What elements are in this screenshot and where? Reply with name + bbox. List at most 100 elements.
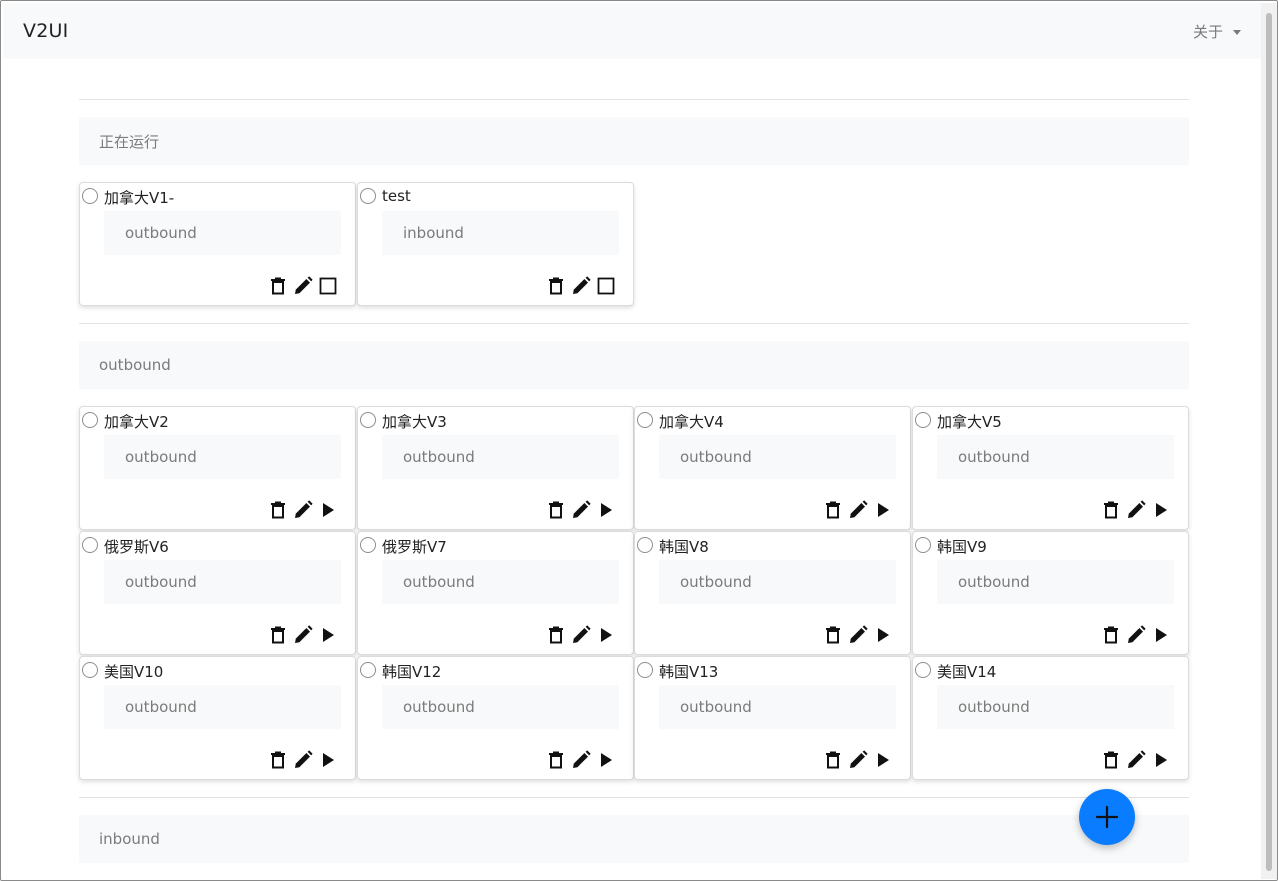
select-radio[interactable]: [637, 412, 653, 428]
edit-icon: [1126, 750, 1146, 770]
stop-button[interactable]: [596, 276, 616, 296]
play-button[interactable]: [873, 750, 893, 770]
scrollbar[interactable]: [1261, 3, 1277, 879]
play-button[interactable]: [1151, 500, 1171, 520]
server-card[interactable]: 俄罗斯V7 outbound: [357, 531, 634, 655]
server-type-tag: outbound: [937, 685, 1174, 729]
server-card[interactable]: 加拿大V2 outbound: [79, 406, 356, 530]
select-radio[interactable]: [360, 537, 376, 553]
delete-button[interactable]: [268, 750, 288, 770]
play-button[interactable]: [1151, 750, 1171, 770]
edit-button[interactable]: [571, 625, 591, 645]
about-dropdown[interactable]: 关于: [1193, 21, 1241, 42]
delete-button[interactable]: [1101, 625, 1121, 645]
server-card[interactable]: 韩国V12 outbound: [357, 656, 634, 780]
server-name: test: [382, 187, 411, 205]
play-icon: [876, 627, 890, 643]
play-button[interactable]: [596, 750, 616, 770]
server-type-tag: outbound: [382, 560, 619, 604]
card-actions: [268, 625, 338, 645]
server-type-label: outbound: [125, 698, 197, 716]
select-radio[interactable]: [637, 537, 653, 553]
select-radio[interactable]: [360, 188, 376, 204]
select-radio[interactable]: [915, 537, 931, 553]
delete-button[interactable]: [268, 500, 288, 520]
play-button[interactable]: [318, 750, 338, 770]
server-card[interactable]: 加拿大V4 outbound: [634, 406, 911, 530]
edit-button[interactable]: [293, 750, 313, 770]
edit-button[interactable]: [571, 750, 591, 770]
delete-button[interactable]: [823, 750, 843, 770]
play-button[interactable]: [873, 625, 893, 645]
delete-button[interactable]: [546, 625, 566, 645]
card-actions: [1101, 750, 1171, 770]
select-radio[interactable]: [915, 412, 931, 428]
scrollbar-thumb[interactable]: [1266, 13, 1272, 871]
edit-button[interactable]: [293, 625, 313, 645]
select-radio[interactable]: [360, 412, 376, 428]
edit-icon: [293, 625, 313, 645]
edit-button[interactable]: [293, 276, 313, 296]
server-card[interactable]: 美国V10 outbound: [79, 656, 356, 780]
delete-button[interactable]: [823, 625, 843, 645]
play-icon: [1154, 752, 1168, 768]
play-button[interactable]: [596, 500, 616, 520]
server-card[interactable]: 韩国V9 outbound: [912, 531, 1189, 655]
server-card[interactable]: 加拿大V1- outbound: [79, 182, 356, 306]
server-type-tag: outbound: [104, 685, 341, 729]
select-radio[interactable]: [82, 412, 98, 428]
select-radio[interactable]: [637, 662, 653, 678]
card-actions: [546, 276, 616, 296]
delete-button[interactable]: [1101, 500, 1121, 520]
delete-button[interactable]: [268, 625, 288, 645]
select-radio[interactable]: [82, 662, 98, 678]
edit-button[interactable]: [1126, 750, 1146, 770]
server-card[interactable]: 加拿大V5 outbound: [912, 406, 1189, 530]
edit-button[interactable]: [293, 500, 313, 520]
edit-button[interactable]: [848, 750, 868, 770]
delete-button[interactable]: [1101, 750, 1121, 770]
delete-button[interactable]: [546, 276, 566, 296]
select-radio[interactable]: [82, 188, 98, 204]
delete-icon: [825, 751, 841, 769]
edit-button[interactable]: [1126, 500, 1146, 520]
section-title: outbound: [99, 356, 171, 374]
edit-icon: [293, 750, 313, 770]
add-server-button[interactable]: [1079, 789, 1135, 845]
card-actions: [546, 625, 616, 645]
server-card[interactable]: 加拿大V3 outbound: [357, 406, 634, 530]
select-radio[interactable]: [915, 662, 931, 678]
server-card[interactable]: 韩国V13 outbound: [634, 656, 911, 780]
play-button[interactable]: [873, 500, 893, 520]
delete-icon: [1103, 751, 1119, 769]
delete-button[interactable]: [823, 500, 843, 520]
delete-button[interactable]: [268, 276, 288, 296]
play-button[interactable]: [596, 625, 616, 645]
brand-logo[interactable]: V2UI: [23, 20, 68, 42]
server-type-label: outbound: [403, 448, 475, 466]
server-card[interactable]: 韩国V8 outbound: [634, 531, 911, 655]
server-type-label: outbound: [958, 448, 1030, 466]
select-radio[interactable]: [360, 662, 376, 678]
play-button[interactable]: [318, 625, 338, 645]
section-header-running: 正在运行: [79, 117, 1189, 165]
delete-button[interactable]: [546, 500, 566, 520]
server-type-label: outbound: [403, 698, 475, 716]
edit-button[interactable]: [571, 500, 591, 520]
select-radio[interactable]: [82, 537, 98, 553]
play-button[interactable]: [1151, 625, 1171, 645]
server-type-tag: outbound: [659, 685, 896, 729]
edit-button[interactable]: [848, 625, 868, 645]
server-card[interactable]: test inbound: [357, 182, 634, 306]
server-type-tag: outbound: [937, 435, 1174, 479]
delete-button[interactable]: [546, 750, 566, 770]
edit-button[interactable]: [571, 276, 591, 296]
server-name: 美国V10: [104, 663, 164, 681]
server-card[interactable]: 美国V14 outbound: [912, 656, 1189, 780]
stop-button[interactable]: [318, 276, 338, 296]
server-card[interactable]: 俄罗斯V6 outbound: [79, 531, 356, 655]
card-actions: [823, 625, 893, 645]
edit-button[interactable]: [1126, 625, 1146, 645]
play-button[interactable]: [318, 500, 338, 520]
edit-button[interactable]: [848, 500, 868, 520]
